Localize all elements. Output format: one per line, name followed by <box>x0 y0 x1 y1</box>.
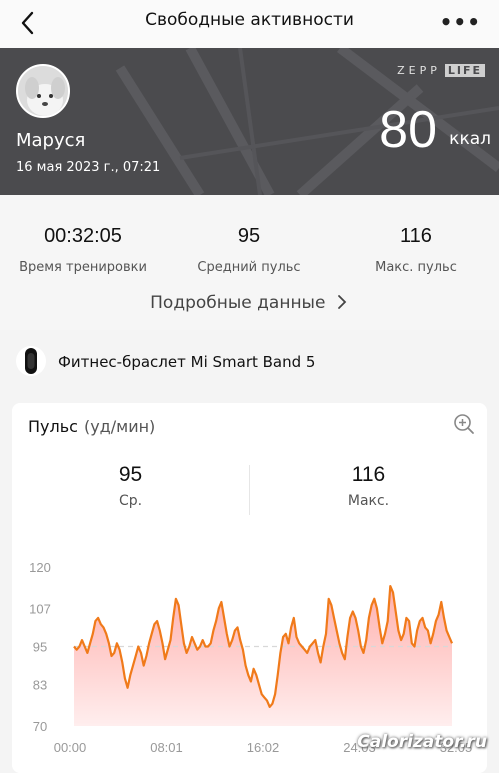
page-title: Свободные активности <box>145 10 354 30</box>
device-row[interactable]: Фитнес-браслет Mi Smart Band 5 <box>0 336 499 388</box>
chevron-right-icon <box>337 295 347 309</box>
device-label: Фитнес-браслет Mi Smart Band 5 <box>58 353 316 371</box>
y-tick-label: 107 <box>29 601 51 616</box>
watermark: Calorizator.ru <box>357 732 487 752</box>
y-tick-label: 120 <box>29 560 51 575</box>
y-tick-label: 83 <box>33 678 47 693</box>
x-tick-label: 16:02 <box>247 740 280 755</box>
details-link[interactable]: Подробные данные <box>0 293 499 313</box>
activity-datetime: 16 мая 2023 г., 07:21 <box>16 160 161 175</box>
stat-duration: 00:32:05 Время тренировки <box>19 225 147 275</box>
top-bar: Свободные активности ••• <box>0 0 499 48</box>
y-tick-label: 95 <box>33 640 47 655</box>
hr-max: 116 Макс. <box>347 463 390 509</box>
fitness-band-icon <box>16 346 46 376</box>
stat-max-pulse: 116 Макс. пульс <box>375 225 457 275</box>
summary-stats: 00:32:05 Время тренировки 95 Средний пул… <box>0 195 499 330</box>
x-tick-label: 08:01 <box>150 740 183 755</box>
more-dots-icon[interactable]: ••• <box>440 10 481 34</box>
y-tick-label: 70 <box>33 719 47 734</box>
avatar[interactable] <box>16 64 70 118</box>
username: Маруся <box>16 130 86 151</box>
calories-unit: ккал <box>449 129 491 149</box>
heart-rate-title: Пульс (уд/мин) <box>28 417 156 436</box>
heart-rate-card: Пульс (уд/мин) 95 Ср. 116 Макс. 120 107 95 8… <box>12 403 487 773</box>
x-tick-label: 00:00 <box>54 740 87 755</box>
stat-avg-pulse: 95 Средний пульс <box>197 225 301 275</box>
calories-value: 80 <box>379 101 437 159</box>
zoom-in-icon[interactable] <box>453 413 475 435</box>
activity-hero: Маруся 16 мая 2023 г., 07:21 ZEPP LIFE 8… <box>0 48 499 195</box>
zepp-life-logo: ZEPP LIFE <box>397 64 485 77</box>
hr-avg: 95 Ср. <box>118 463 143 509</box>
